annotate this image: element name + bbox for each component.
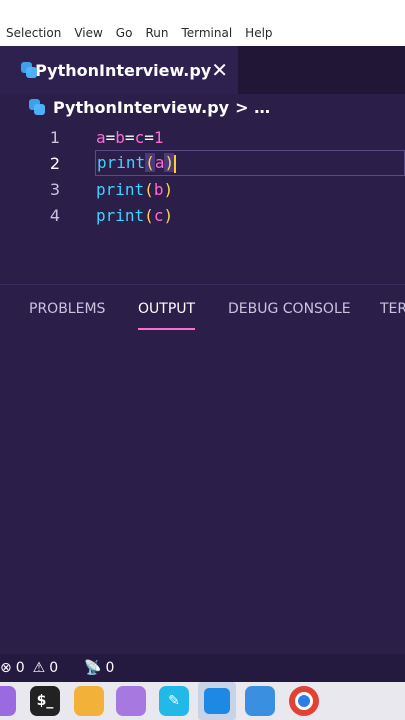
status-bar: ⊗ 0 ⚠ 0 📡 0 [0,654,405,682]
terminal-icon[interactable]: $_ [30,686,60,716]
ports-indicator[interactable]: 📡 0 [84,660,114,676]
line-number: 2 [49,153,60,173]
token-var: c [134,127,145,147]
token-op: = [105,127,116,147]
code-text: print(c) [96,206,173,225]
token-paren: ) [163,205,174,225]
token-paren: ( [144,179,154,199]
bottom-panel: PROBLEMS OUTPUT DEBUG CONSOLE TER [0,284,405,655]
token-var: a [154,153,165,173]
menu-terminal[interactable]: Terminal [181,26,232,40]
tab-output[interactable]: OUTPUT [138,301,196,330]
tab-problems[interactable]: PROBLEMS [29,301,105,317]
menu-run[interactable]: Run [145,26,168,40]
app-icon[interactable] [0,686,16,716]
vscode-icon[interactable] [198,682,236,720]
menu-view[interactable]: View [74,26,102,40]
tab-debug-console[interactable]: DEBUG CONSOLE [228,301,351,317]
problems-indicator[interactable]: ⊗ 0 ⚠ 0 [0,660,58,676]
folder-icon[interactable] [116,686,146,716]
panel-tabs: PROBLEMS OUTPUT DEBUG CONSOLE TER [0,301,405,335]
tab-terminal[interactable]: TER [380,301,405,317]
editor-tab-strip: PythonInterview.py ✕ [0,46,405,94]
line-number: 1 [49,127,60,147]
breadcrumb: PythonInterview.py > … [0,94,405,120]
ports-count: 0 [105,660,115,676]
token-paren: ) [164,153,175,173]
menu-go[interactable]: Go [116,26,133,40]
tab-filename: PythonInterview.py [35,60,212,80]
text-cursor [174,154,177,173]
chrome-icon[interactable] [289,686,319,716]
code-text: print(a) [97,153,177,173]
code-line[interactable]: 1 a=b=c=1 [0,124,405,150]
python-file-icon [28,98,46,116]
text-editor-icon[interactable]: ✎ [159,686,189,716]
token-var: b [153,179,164,199]
code-editor[interactable]: 1 a=b=c=1 2 print(a) 3 print(b) 4 print(… [0,122,405,282]
breadcrumb-separator[interactable]: > … [235,98,270,117]
token-paren: ( [144,205,154,225]
python-file-icon [20,61,37,79]
token-var: c [153,205,164,225]
token-function: print [97,153,146,173]
code-text: a=b=c=1 [96,128,163,147]
taskbar-dock: $_ ✎ [0,682,405,720]
token-paren: ( [145,153,155,173]
code-text: print(b) [96,180,173,199]
token-function: print [96,179,145,199]
warning-icon: ⚠ [32,660,46,676]
screenshot-icon[interactable] [245,686,275,716]
files-app-icon[interactable] [74,686,104,716]
menu-selection[interactable]: Selection [6,26,61,40]
token-op: = [144,127,154,147]
token-var: a [96,127,106,147]
current-line-highlight: print(a) [95,150,405,176]
close-icon[interactable]: ✕ [211,58,228,82]
error-count: 0 [15,660,25,676]
token-op: = [124,127,135,147]
breadcrumb-file[interactable]: PythonInterview.py [53,98,229,117]
code-line[interactable]: 4 print(c) [0,202,405,228]
warning-count: 0 [49,660,59,676]
broadcast-icon: 📡 [84,660,102,676]
token-var: b [115,127,125,147]
token-paren: ) [163,179,174,199]
token-function: print [96,205,145,225]
menu-bar: Selection View Go Run Terminal Help [0,0,405,46]
editor-tab[interactable]: PythonInterview.py ✕ [0,46,238,94]
token-number: 1 [153,127,164,147]
menu-help[interactable]: Help [245,26,272,40]
line-number: 4 [49,205,60,225]
code-line[interactable]: 3 print(b) [0,176,405,202]
error-icon: ⊗ [0,660,12,676]
line-number: 3 [49,179,60,199]
